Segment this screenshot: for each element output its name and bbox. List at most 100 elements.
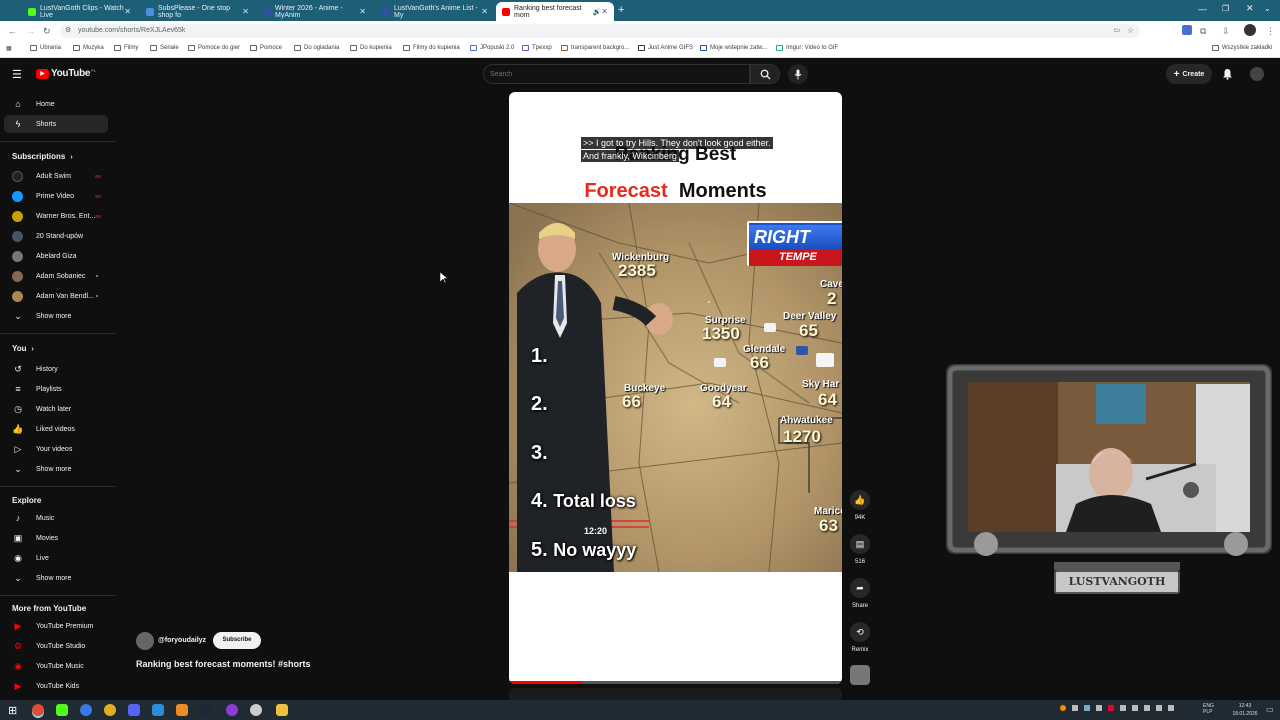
- hamburger-menu-icon[interactable]: ☰: [12, 68, 22, 81]
- bookmark-link[interactable]: Moje wstepnie zatw...: [700, 45, 767, 51]
- bookmark-link[interactable]: transparent backgro...: [561, 45, 629, 51]
- subscribe-button[interactable]: Subscribe: [213, 632, 261, 649]
- close-tab-icon[interactable]: ✕: [481, 7, 488, 16]
- bookmark-folder[interactable]: Muzyka: [73, 45, 104, 51]
- like-button[interactable]: 👍 94K: [850, 490, 870, 521]
- subscriptions-show-more[interactable]: ⌄ Show more: [12, 310, 71, 322]
- close-tab-icon[interactable]: ✕: [242, 7, 249, 16]
- explore-show-more[interactable]: ⌄ Show more: [12, 572, 71, 584]
- sidebar-item-your-videos[interactable]: ▷ Your videos: [12, 443, 73, 455]
- bookmark-link[interactable]: JPopuski 2.0: [470, 45, 514, 51]
- remix-button[interactable]: ⟲ Remix: [850, 622, 870, 653]
- sidebar-item-history[interactable]: ↺ History: [12, 363, 58, 375]
- sidebar-item-live[interactable]: ◉ Live: [12, 552, 49, 564]
- sidebar-item-youtube-premium[interactable]: ▶ YouTube Premium: [12, 620, 94, 632]
- sidebar-item-shorts[interactable]: ϟ Shorts: [12, 118, 57, 130]
- subscription-item[interactable]: Adult Swim: [12, 170, 71, 182]
- tab-myanimelist-winter[interactable]: Winter 2026 - Anime - MyAnim ✕: [257, 2, 372, 21]
- bookmark-folder[interactable]: Pomoce: [250, 45, 282, 51]
- create-button[interactable]: + Create: [1166, 64, 1212, 84]
- bookmark-folder[interactable]: Pomoce do gier: [188, 45, 240, 51]
- subscription-item[interactable]: Abelard Giza: [12, 250, 76, 262]
- window-close-button[interactable]: ✕: [1246, 3, 1254, 14]
- tab-subsplease[interactable]: SubsPlease - One stop shop fo ✕: [140, 2, 255, 21]
- subscriptions-heading[interactable]: Subscriptions ›: [12, 152, 73, 161]
- sidebar-item-playlists[interactable]: ≡ Playlists: [12, 383, 61, 395]
- shorts-player[interactable]: Ranking Best Forecast Moments >> I got t…: [509, 92, 842, 684]
- sidebar-item-liked-videos[interactable]: 👍 Liked videos: [12, 423, 75, 435]
- short-title[interactable]: Ranking best forecast moments! #shorts: [136, 659, 311, 669]
- language-indicator[interactable]: ENG PLP: [1203, 703, 1214, 715]
- app-taskbar-icon[interactable]: [152, 704, 164, 716]
- search-box[interactable]: [483, 64, 750, 84]
- cast-icon[interactable]: ▭: [1113, 24, 1120, 38]
- close-tab-icon[interactable]: ✕: [359, 7, 366, 16]
- tab-youtube-short[interactable]: Ranking best forecast mom 🔊 ✕: [496, 2, 614, 21]
- forward-icon[interactable]: →: [26, 26, 35, 36]
- channel-handle[interactable]: @foryoudailyz: [158, 637, 206, 644]
- windows-start-icon[interactable]: ⊞: [8, 704, 17, 717]
- extensions-puzzle-icon[interactable]: ⧉: [1200, 26, 1206, 37]
- subscription-item[interactable]: 20 Stand-upów: [12, 230, 83, 242]
- bookmark-folder[interactable]: Seriale: [150, 45, 179, 51]
- sidebar-item-youtube-music[interactable]: ◉ YouTube Music: [12, 660, 84, 672]
- bookmark-link[interactable]: Imgur: Video to GIF: [776, 45, 838, 51]
- kick-taskbar-icon[interactable]: [56, 704, 68, 716]
- voice-search-button[interactable]: [788, 64, 808, 84]
- next-short-preview[interactable]: [509, 688, 842, 700]
- you-heading[interactable]: You ›: [12, 344, 34, 353]
- back-icon[interactable]: ←: [8, 26, 17, 36]
- subscription-item[interactable]: Adam Van Bendl...: [12, 290, 94, 302]
- you-show-more[interactable]: ⌄ Show more: [12, 463, 71, 475]
- youtube-logo[interactable]: ▶ YouTube PL: [36, 68, 96, 79]
- apps-grid-icon[interactable]: ▦: [6, 45, 12, 52]
- channel-avatar[interactable]: [136, 632, 154, 650]
- close-tab-icon[interactable]: ✕: [124, 7, 131, 16]
- sidebar-item-youtube-studio[interactable]: ⚙ YouTube Studio: [12, 640, 85, 652]
- browser-menu-icon[interactable]: ⋮: [1266, 26, 1275, 37]
- search-input[interactable]: [490, 68, 740, 81]
- comment-button[interactable]: ▤ 516: [850, 534, 870, 565]
- subscription-item[interactable]: Prime Video: [12, 190, 74, 202]
- app-taskbar-icon[interactable]: [250, 704, 262, 716]
- obs-taskbar-icon[interactable]: [226, 704, 238, 716]
- bookmark-link[interactable]: Tpexxp: [522, 45, 552, 51]
- new-tab-button[interactable]: +: [618, 4, 624, 16]
- tab-lustvangoth-clips[interactable]: LustVanGoth Clips - Watch Live ✕: [22, 2, 137, 21]
- notifications-bell-icon[interactable]: [1222, 68, 1233, 80]
- url-field[interactable]: ⚙ youtube.com/shorts/ReXJLAev65k ▭ ☆: [60, 24, 1140, 38]
- bookmark-folder[interactable]: Filmy do kupienia: [403, 45, 460, 51]
- sidebar-item-watch-later[interactable]: ◷ Watch later: [12, 403, 71, 415]
- system-tray-icons[interactable]: [1060, 705, 1190, 715]
- subscription-item[interactable]: Adam Sobaniec: [12, 270, 85, 282]
- site-info-icon[interactable]: ⚙: [65, 24, 71, 38]
- bookmark-folder[interactable]: Filmy: [114, 45, 138, 51]
- steam-taskbar-icon[interactable]: [200, 704, 212, 716]
- app-taskbar-icon[interactable]: [104, 704, 116, 716]
- chrome-taskbar-icon[interactable]: [32, 704, 44, 716]
- close-tab-icon[interactable]: ✕: [601, 7, 608, 16]
- sound-thumbnail[interactable]: [850, 665, 870, 685]
- taskbar-clock[interactable]: 12:43 18.01.2026: [1228, 702, 1262, 718]
- sidebar-item-music[interactable]: ♪ Music: [12, 512, 55, 524]
- bookmark-folder[interactable]: Ubrania: [30, 45, 61, 51]
- account-avatar[interactable]: [1250, 67, 1264, 81]
- restore-button[interactable]: ❐: [1222, 4, 1229, 13]
- reload-icon[interactable]: ↻: [43, 26, 51, 37]
- progress-track[interactable]: [509, 681, 842, 684]
- browser-taskbar-icon[interactable]: [80, 704, 92, 716]
- file-explorer-taskbar-icon[interactable]: [276, 704, 288, 716]
- bookmark-folder[interactable]: Do ogladania: [294, 45, 339, 51]
- sidebar-item-movies[interactable]: ▣ Movies: [12, 532, 58, 544]
- extension-icon[interactable]: [1182, 25, 1192, 35]
- search-button[interactable]: [750, 64, 780, 84]
- vlc-taskbar-icon[interactable]: [176, 704, 188, 716]
- sidebar-item-home[interactable]: ⌂ Home: [12, 98, 54, 110]
- subscription-item[interactable]: Warner Bros. Ent...: [12, 210, 95, 222]
- discord-taskbar-icon[interactable]: [128, 704, 140, 716]
- bookmark-link[interactable]: Just Anime GIFS: [638, 45, 693, 51]
- all-bookmarks[interactable]: Wszystkie zakładki: [1212, 45, 1272, 51]
- sidebar-item-youtube-kids[interactable]: ▶ YouTube Kids: [12, 680, 80, 692]
- notification-center-icon[interactable]: ▭: [1266, 705, 1274, 714]
- speaker-icon[interactable]: 🔊: [593, 8, 602, 16]
